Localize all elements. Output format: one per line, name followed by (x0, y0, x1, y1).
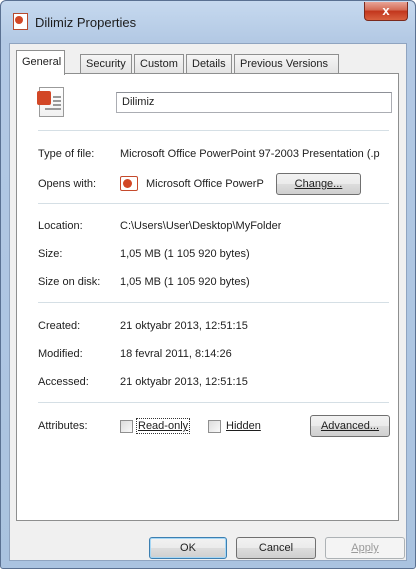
tab-previous-versions[interactable]: Previous Versions (234, 54, 339, 74)
powerpoint-file-icon (37, 87, 64, 117)
hidden-checkbox[interactable] (208, 420, 221, 433)
tab-security-label: Security (86, 58, 126, 70)
created-value: 21 oktyabr 2013, 12:51:15 (120, 320, 248, 332)
readonly-label[interactable]: Read-only (135, 418, 191, 434)
cancel-button[interactable]: Cancel (236, 537, 316, 559)
size-label: Size: (38, 248, 63, 260)
title-bar[interactable]: Dilimiz Properties x (1, 1, 415, 43)
divider (38, 130, 389, 131)
tab-security[interactable]: Security (80, 54, 132, 74)
apply-button[interactable]: Apply (325, 537, 405, 559)
powerpoint-app-icon (120, 176, 138, 191)
size-value: 1,05 MB (1 105 920 bytes) (120, 248, 250, 260)
tab-general[interactable]: General (16, 50, 65, 75)
file-name-input[interactable]: Dilimiz (116, 92, 392, 113)
tab-custom[interactable]: Custom (134, 54, 184, 74)
tab-details-label: Details (192, 58, 226, 70)
attributes-label: Attributes: (38, 420, 88, 432)
modified-value: 18 fevral 2011, 8:14:26 (120, 348, 232, 360)
opens-with-label: Opens with: (38, 178, 97, 190)
close-button[interactable]: x (364, 2, 408, 21)
accessed-label: Accessed: (38, 376, 89, 388)
general-tab-panel (16, 73, 399, 521)
created-label: Created: (38, 320, 81, 332)
advanced-button[interactable]: Advanced... (310, 415, 390, 437)
ok-button[interactable]: OK (149, 537, 227, 559)
size-on-disk-label: Size on disk: (38, 276, 101, 288)
advanced-button-label: Advanced... (320, 420, 380, 432)
size-on-disk-value: 1,05 MB (1 105 920 bytes) (120, 276, 250, 288)
location-value: C:\Users\User\Desktop\MyFolder (120, 220, 282, 232)
accessed-value: 21 oktyabr 2013, 12:51:15 (120, 376, 248, 388)
readonly-checkbox[interactable] (120, 420, 133, 433)
tab-general-label: General (22, 56, 62, 68)
location-label: Location: (38, 220, 83, 232)
change-button-label: Change... (294, 178, 343, 190)
divider (38, 402, 389, 403)
apply-button-label: Apply (351, 542, 379, 554)
type-of-file-label: Type of file: (38, 148, 95, 160)
change-button[interactable]: Change... (276, 173, 361, 195)
tab-previous-versions-label: Previous Versions (240, 58, 329, 70)
window-title: Dilimiz Properties (35, 15, 137, 30)
opens-with-value: Microsoft Office PowerP (146, 178, 264, 190)
modified-label: Modified: (38, 348, 83, 360)
tab-custom-label: Custom (140, 58, 178, 70)
tab-details[interactable]: Details (186, 54, 232, 74)
type-of-file-value: Microsoft Office PowerPoint 97-2003 Pres… (120, 148, 380, 160)
divider (38, 203, 389, 204)
hidden-label-text: Hidden (226, 420, 261, 432)
hidden-label[interactable]: Hidden (226, 420, 261, 432)
powerpoint-file-icon (13, 13, 28, 30)
readonly-label-text: Read-only (138, 420, 189, 432)
divider (38, 302, 389, 303)
